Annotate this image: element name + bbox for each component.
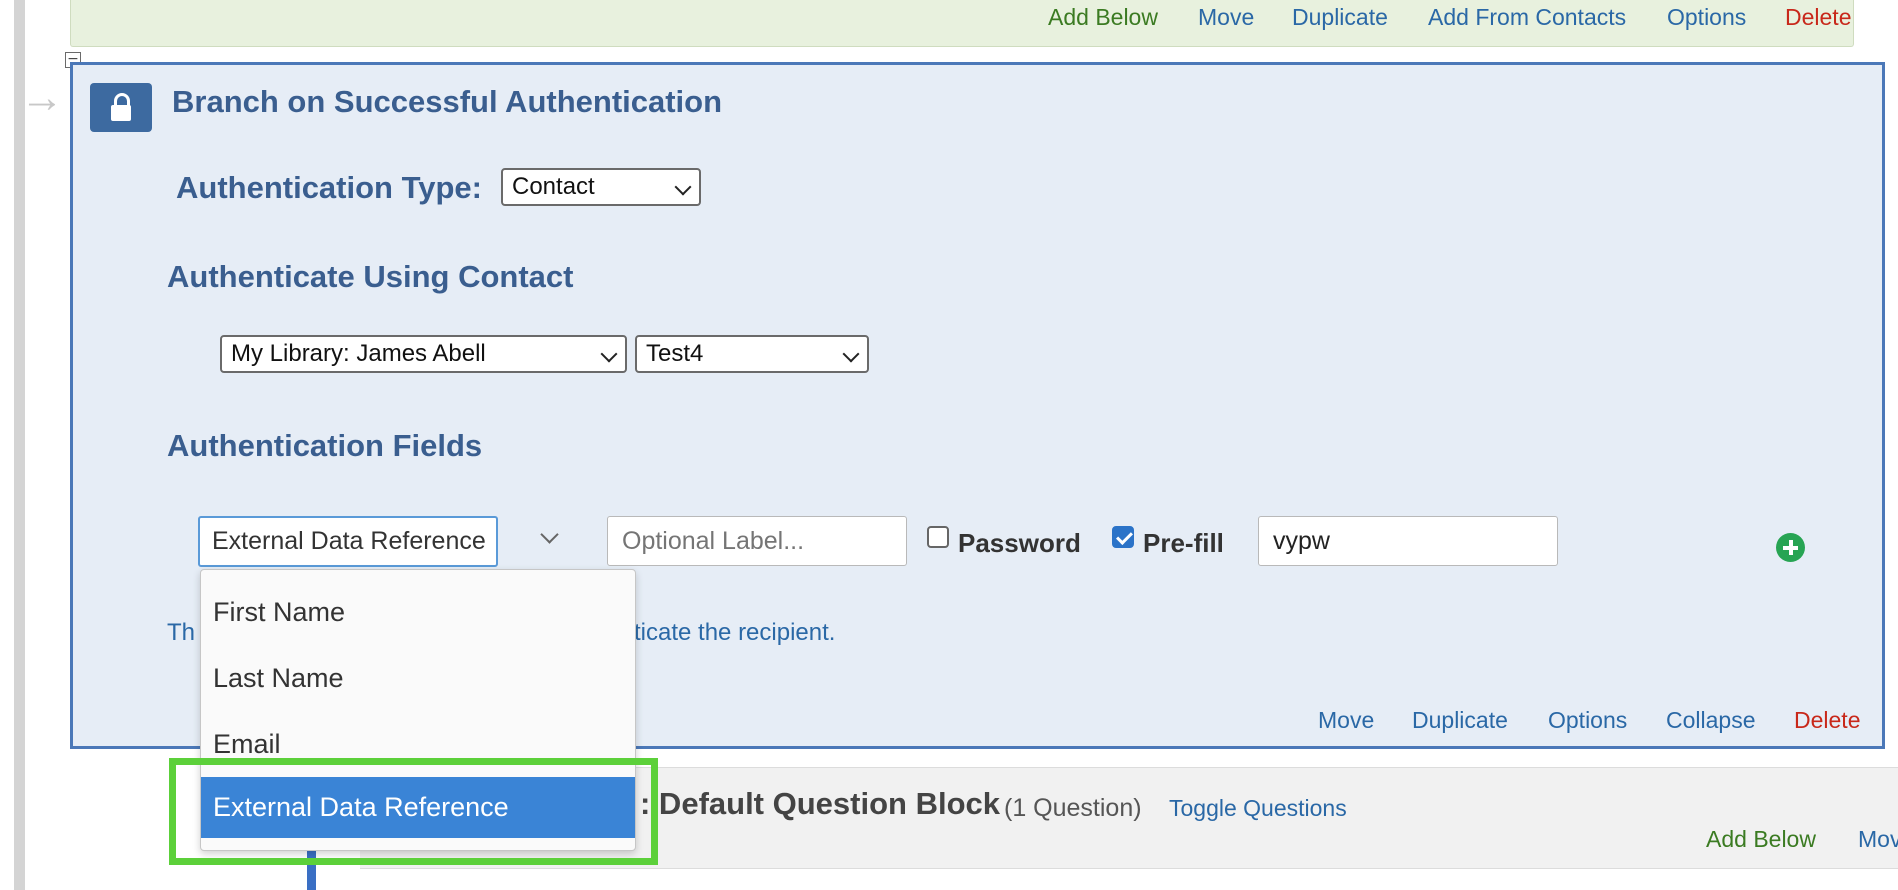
left-rail: [14, 0, 25, 890]
lock-icon: [90, 83, 152, 132]
block-move-link[interactable]: Mov: [1858, 826, 1898, 853]
contact-list-value: Test4: [646, 340, 704, 367]
selection-highlight: [169, 758, 658, 865]
duplicate-link[interactable]: Duplicate: [1292, 4, 1388, 31]
panel-move-link[interactable]: Move: [1318, 707, 1374, 734]
add-field-icon[interactable]: [1776, 533, 1805, 562]
password-label: Password: [958, 528, 1081, 558]
auth-type-value: Contact: [512, 173, 595, 200]
flow-arrow-icon: →: [20, 73, 64, 122]
chevron-down-icon: [674, 178, 692, 196]
add-from-contacts-link[interactable]: Add From Contacts: [1428, 4, 1626, 31]
dropdown-option-last-name[interactable]: Last Name: [201, 653, 635, 703]
options-link[interactable]: Options: [1667, 4, 1746, 31]
info-text-end: ticate the recipient.: [634, 619, 836, 646]
toggle-questions-link[interactable]: Toggle Questions: [1169, 795, 1347, 822]
password-checkbox[interactable]: [927, 526, 949, 548]
auth-type-select[interactable]: Contact: [501, 168, 701, 206]
move-link[interactable]: Move: [1198, 4, 1254, 31]
panel-duplicate-link[interactable]: Duplicate: [1412, 707, 1508, 734]
prefill-value-input[interactable]: [1258, 516, 1558, 566]
contact-heading: Authenticate Using Contact: [167, 259, 574, 294]
info-text-start: Th: [167, 619, 196, 646]
optional-label-input[interactable]: [607, 516, 907, 566]
panel-collapse-link[interactable]: Collapse: [1666, 707, 1756, 734]
prefill-checkbox[interactable]: [1112, 526, 1134, 548]
delete-link[interactable]: Delete: [1785, 4, 1851, 31]
library-select[interactable]: My Library: James Abell: [220, 335, 627, 373]
field-type-value: External Data Reference: [212, 527, 486, 555]
block-title: : Default Question Block: [640, 786, 1000, 821]
add-below-link[interactable]: Add Below: [1048, 4, 1158, 31]
panel-title: Branch on Successful Authentication: [172, 84, 723, 119]
field-type-select[interactable]: External Data Reference: [198, 516, 498, 567]
chevron-down-icon: [600, 345, 618, 363]
library-value: My Library: James Abell: [231, 340, 486, 367]
chevron-down-icon: [842, 345, 860, 363]
panel-options-link[interactable]: Options: [1548, 707, 1627, 734]
panel-delete-link[interactable]: Delete: [1794, 707, 1860, 734]
contact-list-select[interactable]: Test4: [635, 335, 869, 373]
dropdown-option-first-name[interactable]: First Name: [201, 587, 635, 637]
prefill-label: Pre-fill: [1143, 528, 1224, 558]
auth-type-label: Authentication Type:: [176, 170, 482, 205]
block-add-below-link[interactable]: Add Below: [1706, 826, 1816, 853]
block-question-count: (1 Question): [1004, 794, 1142, 822]
fields-heading: Authentication Fields: [167, 428, 483, 463]
